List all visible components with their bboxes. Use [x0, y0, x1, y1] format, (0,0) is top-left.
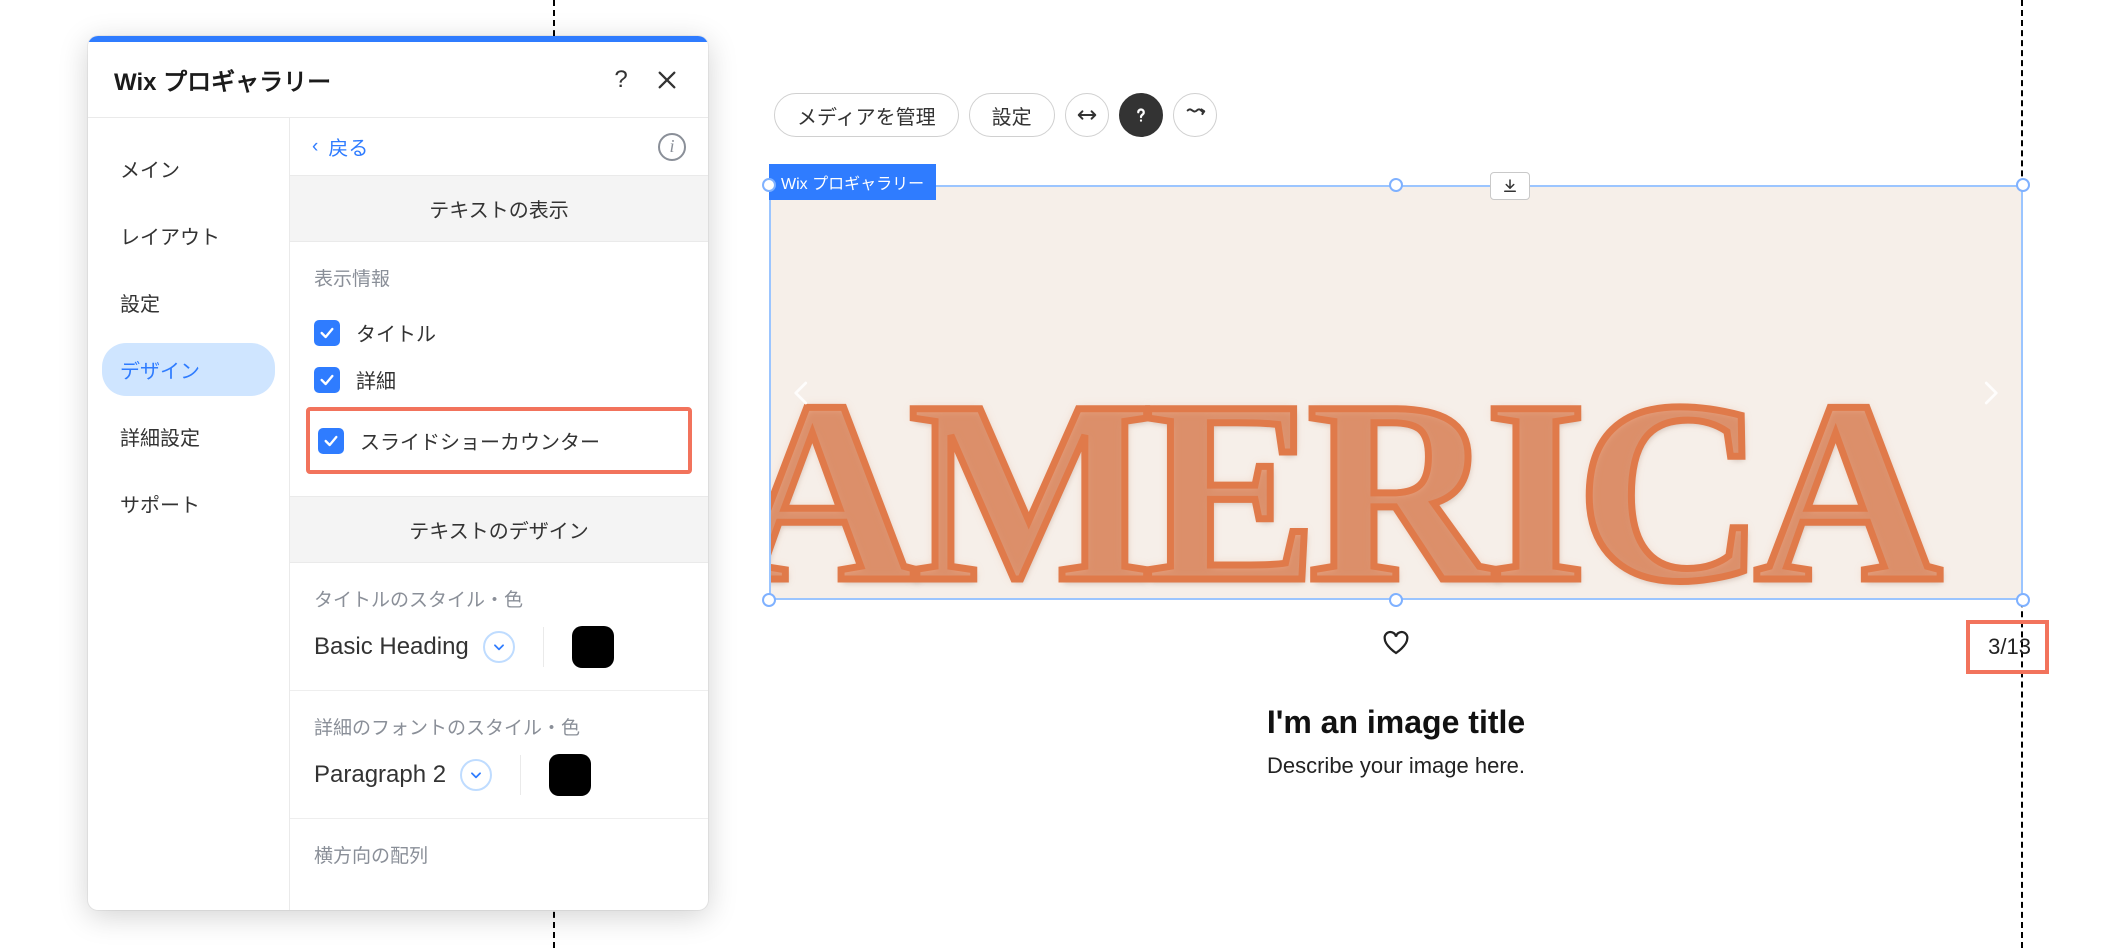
sidebar-item-label: デザイン	[120, 361, 200, 383]
help-circle-button[interactable]	[1119, 93, 1163, 137]
like-button[interactable]	[1381, 628, 1411, 663]
check-row-slideshow-counter: スライドショーカウンター	[318, 417, 680, 464]
animation-button[interactable]	[1173, 93, 1217, 137]
dropdown-value: Paragraph 2	[314, 761, 446, 789]
detail-style-dropdown[interactable]: Paragraph 2	[314, 759, 492, 791]
counter-value: 3/13	[1988, 634, 2031, 659]
gallery-element[interactable]: AMERICA	[769, 185, 2023, 600]
content-top-row: ‹ 戻る i	[290, 118, 708, 175]
info-icon[interactable]: i	[658, 133, 686, 161]
horizontal-align-label: 横方向の配列	[290, 819, 708, 890]
detail-style-label: 詳細のフォントのスタイル・色	[314, 713, 684, 740]
button-label: メディアを管理	[797, 101, 936, 130]
sidebar-item-label: メイン	[120, 160, 180, 182]
gallery-image-description: Describe your image here.	[769, 753, 2023, 779]
section-display-info: 表示情報 タイトル 詳細	[290, 242, 708, 496]
check-label: 詳細	[356, 365, 396, 394]
resize-handle-n[interactable]	[1389, 178, 1403, 192]
title-style-label: タイトルのスタイル・色	[314, 585, 684, 612]
anchor-button[interactable]	[1490, 172, 1530, 200]
heart-icon	[1381, 628, 1411, 658]
title-color-swatch[interactable]	[572, 626, 614, 668]
checkbox-slideshow-counter[interactable]	[318, 428, 344, 454]
sidebar-item-settings[interactable]: 設定	[102, 276, 275, 329]
sidebar-item-main[interactable]: メイン	[102, 142, 275, 195]
detail-style-row: 詳細のフォントのスタイル・色 Paragraph 2	[290, 691, 708, 819]
chevron-down-icon	[460, 759, 492, 791]
divider	[520, 755, 521, 795]
sidebar-item-advanced[interactable]: 詳細設定	[102, 410, 275, 463]
check-label: タイトル	[356, 318, 436, 347]
panel-content: ‹ 戻る i テキストの表示 表示情報 タイトル 詳	[290, 118, 708, 910]
check-row-title: タイトル	[314, 309, 684, 356]
section-header-text-design: テキストのデザイン	[290, 496, 708, 563]
sidebar-item-label: 設定	[120, 294, 160, 316]
detail-color-swatch[interactable]	[549, 754, 591, 796]
resize-handle-se[interactable]	[2016, 593, 2030, 607]
check-label: スライドショーカウンター	[360, 426, 600, 455]
dropdown-value: Basic Heading	[314, 633, 469, 661]
sidebar-item-label: レイアウト	[120, 227, 220, 249]
gallery-next-button[interactable]	[1965, 368, 2015, 418]
chevron-left-icon	[787, 378, 817, 408]
panel-title: Wix プロギャラリー	[114, 62, 604, 97]
section-header-text-display: テキストの表示	[290, 175, 708, 242]
resize-handle-s[interactable]	[1389, 593, 1403, 607]
resize-handle-ne[interactable]	[2016, 178, 2030, 192]
element-type-tag[interactable]: Wix プロギャラリー	[769, 164, 936, 200]
slideshow-counter: 3/13	[1966, 620, 2049, 674]
check-icon	[319, 325, 335, 341]
gallery-image-title: I'm an image title	[769, 704, 2023, 741]
animation-icon	[1184, 104, 1206, 126]
check-row-details: 詳細	[314, 356, 684, 403]
chevron-right-icon	[1975, 378, 2005, 408]
question-icon	[1130, 104, 1152, 126]
sidebar-item-layout[interactable]: レイアウト	[102, 209, 275, 262]
element-action-toolbar: メディアを管理 設定	[774, 93, 1217, 137]
gallery-prev-button[interactable]	[777, 368, 827, 418]
chevron-down-icon	[483, 631, 515, 663]
sidebar-item-label: 詳細設定	[120, 428, 200, 450]
gallery-meta: 3/13 I'm an image title Describe your im…	[769, 620, 2023, 779]
panel-header: Wix プロギャラリー ?	[88, 42, 708, 118]
button-label: 設定	[992, 101, 1032, 130]
chevron-left-icon: ‹	[312, 136, 318, 158]
highlighted-option: スライドショーカウンター	[306, 407, 692, 474]
title-style-row: タイトルのスタイル・色 Basic Heading	[290, 563, 708, 691]
back-label: 戻る	[328, 132, 368, 161]
help-button[interactable]: ?	[604, 63, 638, 97]
stretch-button[interactable]	[1065, 93, 1109, 137]
settings-button[interactable]: 設定	[969, 93, 1055, 137]
checkbox-title[interactable]	[314, 320, 340, 346]
gallery-image: AMERICA	[771, 187, 2021, 598]
check-icon	[319, 372, 335, 388]
title-style-dropdown[interactable]: Basic Heading	[314, 631, 515, 663]
gallery-settings-panel: Wix プロギャラリー ? メイン レイアウト 設定 デザイン 詳細設定 サポー…	[88, 36, 708, 910]
divider	[543, 627, 544, 667]
sidebar-item-support[interactable]: サポート	[102, 477, 275, 530]
download-icon	[1501, 177, 1519, 195]
panel-sidebar: メイン レイアウト 設定 デザイン 詳細設定 サポート	[88, 118, 290, 910]
sidebar-item-design[interactable]: デザイン	[102, 343, 275, 396]
stretch-icon	[1076, 104, 1098, 126]
gallery-image-content: AMERICA	[769, 343, 1932, 600]
back-button[interactable]: ‹ 戻る	[312, 132, 368, 161]
check-icon	[323, 433, 339, 449]
close-button[interactable]	[650, 63, 684, 97]
resize-handle-nw[interactable]	[762, 178, 776, 192]
resize-handle-sw[interactable]	[762, 593, 776, 607]
sidebar-item-label: サポート	[120, 495, 200, 517]
manage-media-button[interactable]: メディアを管理	[774, 93, 959, 137]
checkbox-details[interactable]	[314, 367, 340, 393]
close-icon	[656, 69, 678, 91]
display-info-label: 表示情報	[314, 264, 684, 291]
